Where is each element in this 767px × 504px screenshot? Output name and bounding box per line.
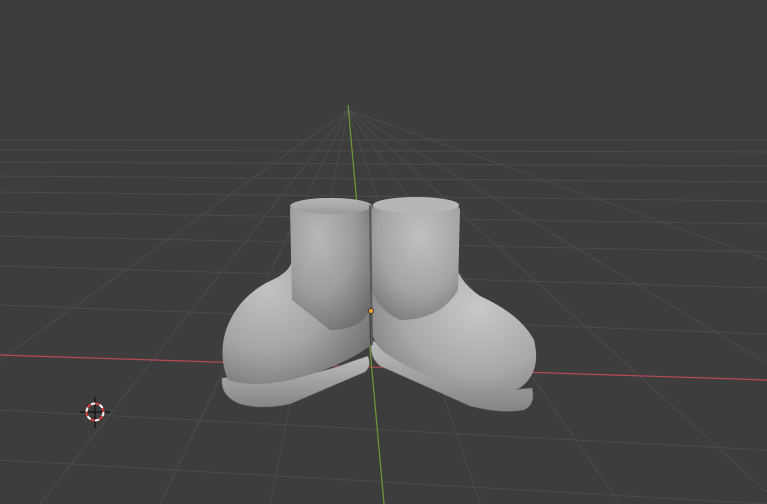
right-boot[interactable] [370, 197, 537, 412]
viewport-canvas[interactable] [0, 0, 767, 504]
object-origin-icon [367, 307, 374, 314]
3d-cursor-icon[interactable] [80, 397, 110, 428]
left-boot[interactable] [221, 198, 372, 408]
3d-viewport[interactable] [0, 0, 767, 504]
